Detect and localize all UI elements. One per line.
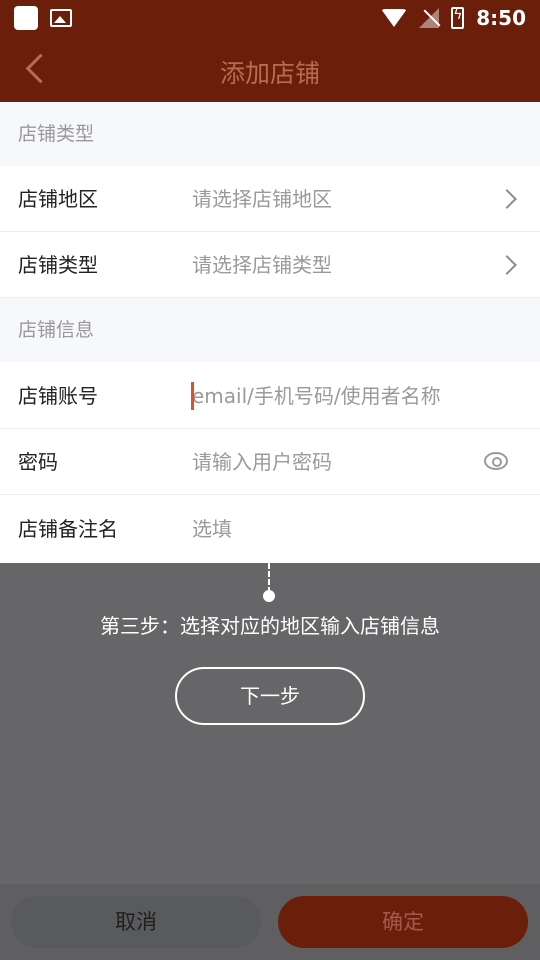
guide-dashed-line [268,563,270,593]
section-header-store-info: 店铺信息 [0,298,540,362]
store-remark-row: 店铺备注名 选填 [0,496,540,562]
password-row: 密码 请输入用户密码 [0,429,540,495]
eye-icon[interactable] [484,452,508,470]
store-type-label: 店铺类型 [18,253,98,277]
store-region-row[interactable]: 店铺地区 请选择店铺地区 [0,166,540,232]
store-account-input[interactable]: email/手机号码/使用者名称 [192,363,441,429]
cancel-button[interactable]: 取消 [11,896,261,948]
chevron-right-icon [497,189,517,209]
store-remark-input[interactable]: 选填 [192,496,232,562]
image-notification-icon [50,9,72,27]
section-header-store-type: 店铺类型 [0,102,540,166]
chevron-right-icon [497,255,517,275]
page-title: 添加店铺 [219,59,320,88]
store-region-placeholder: 请选择店铺地区 [192,187,332,211]
confirm-button[interactable]: 确定 [278,896,528,948]
next-step-button[interactable]: 下一步 [175,667,365,725]
status-bar: 8:50 [0,0,540,36]
status-time: 8:50 [476,6,526,30]
no-signal-icon [419,8,440,28]
guide-step-text: 第三步：选择对应的地区输入店铺信息 [100,614,440,638]
battery-charging-icon [451,7,465,29]
text-cursor [191,382,194,410]
navigation-bar: 添加店铺 [0,36,540,102]
store-type-row[interactable]: 店铺类型 请选择店铺类型 [0,232,540,298]
status-left-icons [14,6,72,30]
app-notification-icon [14,6,38,30]
store-region-label: 店铺地区 [18,187,98,211]
wifi-icon [381,9,408,27]
store-account-row: 店铺账号 email/手机号码/使用者名称 [0,363,540,429]
store-account-label: 店铺账号 [18,384,98,408]
guide-dot [263,590,275,602]
store-remark-label: 店铺备注名 [18,517,118,541]
store-type-placeholder: 请选择店铺类型 [192,253,332,277]
password-input[interactable]: 请输入用户密码 [192,429,332,495]
status-right-icons: 8:50 [381,6,526,30]
password-label: 密码 [18,450,58,474]
